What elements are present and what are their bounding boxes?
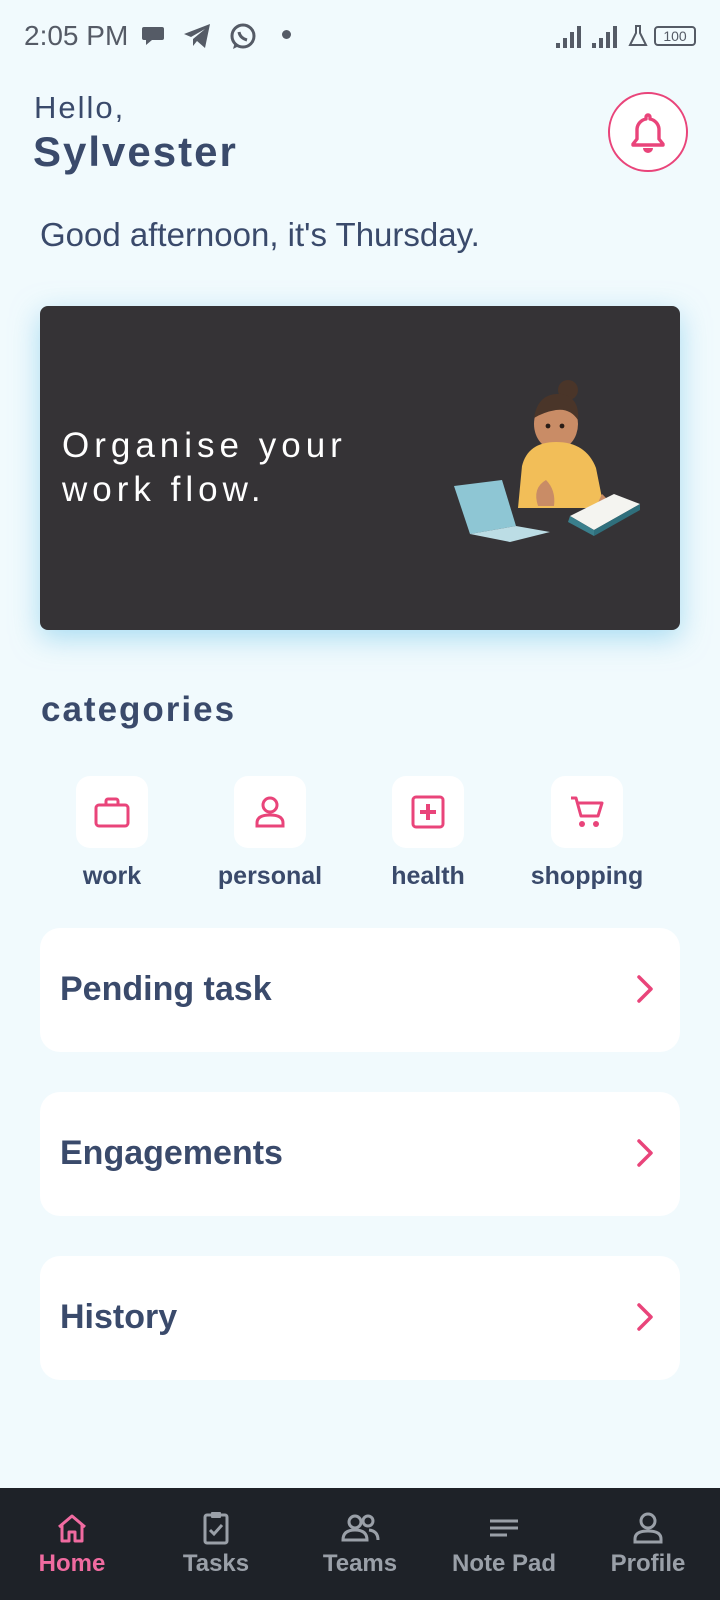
- nav-label: Tasks: [182, 1550, 250, 1577]
- status-time: 2:05 PM: [24, 20, 129, 51]
- username: Sylvester: [33, 128, 238, 175]
- signal-icon: [592, 24, 622, 53]
- card-label: History: [60, 1298, 178, 1336]
- category-tile[interactable]: [551, 776, 623, 848]
- nav-label: Note Pad: [451, 1550, 556, 1577]
- category-label: work: [82, 862, 142, 890]
- status-bar: 2:05 PM 100: [0, 0, 720, 72]
- home-icon: [58, 1514, 86, 1543]
- bell-icon: [631, 113, 665, 153]
- dot-icon: [282, 30, 291, 39]
- card-label: Engagements: [60, 1134, 283, 1172]
- nav-label: Home: [38, 1550, 106, 1577]
- chevron-right-icon: [637, 975, 653, 1003]
- category-tile[interactable]: [76, 776, 148, 848]
- flask-icon: [628, 24, 648, 53]
- category-label: personal: [217, 862, 323, 890]
- nav-label: Profile: [610, 1550, 686, 1577]
- chevron-right-icon: [637, 1303, 653, 1331]
- telegram-icon: [182, 22, 212, 55]
- notes-icon: [490, 1519, 518, 1537]
- categories-title: categories: [41, 690, 237, 729]
- category-personal[interactable]: personal: [195, 776, 345, 891]
- pending-task-card[interactable]: Pending task: [40, 928, 680, 1052]
- cart-icon: [571, 796, 604, 827]
- hello-text: Hello,: [34, 90, 126, 125]
- briefcase-icon: [94, 797, 130, 828]
- category-work[interactable]: work: [37, 776, 187, 891]
- nav-note-pad[interactable]: Note Pad: [432, 1510, 576, 1578]
- chevron-right-icon: [637, 1139, 653, 1167]
- profile-icon: [633, 1512, 663, 1544]
- group-icon: [341, 1514, 380, 1542]
- nav-profile[interactable]: Profile: [576, 1510, 720, 1578]
- signal-icon: [556, 24, 586, 53]
- history-card[interactable]: History: [40, 1256, 680, 1380]
- category-tile[interactable]: [234, 776, 306, 848]
- category-health[interactable]: health: [353, 776, 503, 891]
- card-label: Pending task: [60, 970, 272, 1008]
- notifications-button[interactable]: [608, 92, 688, 172]
- category-label: shopping: [530, 862, 644, 890]
- nav-tasks[interactable]: Tasks: [144, 1510, 288, 1578]
- home-screen: 2:05 PM 100 Hello, Sylvester Good aftern…: [0, 0, 720, 1600]
- nav-label: Teams: [322, 1550, 398, 1577]
- engagements-card[interactable]: Engagements: [40, 1092, 680, 1216]
- nav-home[interactable]: Home: [0, 1510, 144, 1578]
- chat-bubble-icon: [140, 22, 166, 53]
- battery-indicator: 100: [654, 26, 696, 46]
- whatsapp-icon: [228, 22, 258, 57]
- category-tile[interactable]: [392, 776, 464, 848]
- greeting-text: Good afternoon, it's Thursday.: [40, 216, 480, 253]
- category-shopping[interactable]: shopping: [512, 776, 662, 891]
- person-icon: [255, 796, 285, 828]
- bottom-navigation: Home Tasks Teams Note Pad Profile: [0, 1488, 720, 1600]
- medical-cross-icon: [411, 795, 445, 829]
- category-label: health: [391, 862, 465, 890]
- clipboard-check-icon: [203, 1512, 229, 1545]
- nav-teams[interactable]: Teams: [288, 1510, 432, 1578]
- person-reading-illustration: [454, 380, 640, 542]
- hero-banner: Organise your work flow.: [40, 306, 680, 630]
- hero-text: Organise your work flow.: [62, 426, 347, 509]
